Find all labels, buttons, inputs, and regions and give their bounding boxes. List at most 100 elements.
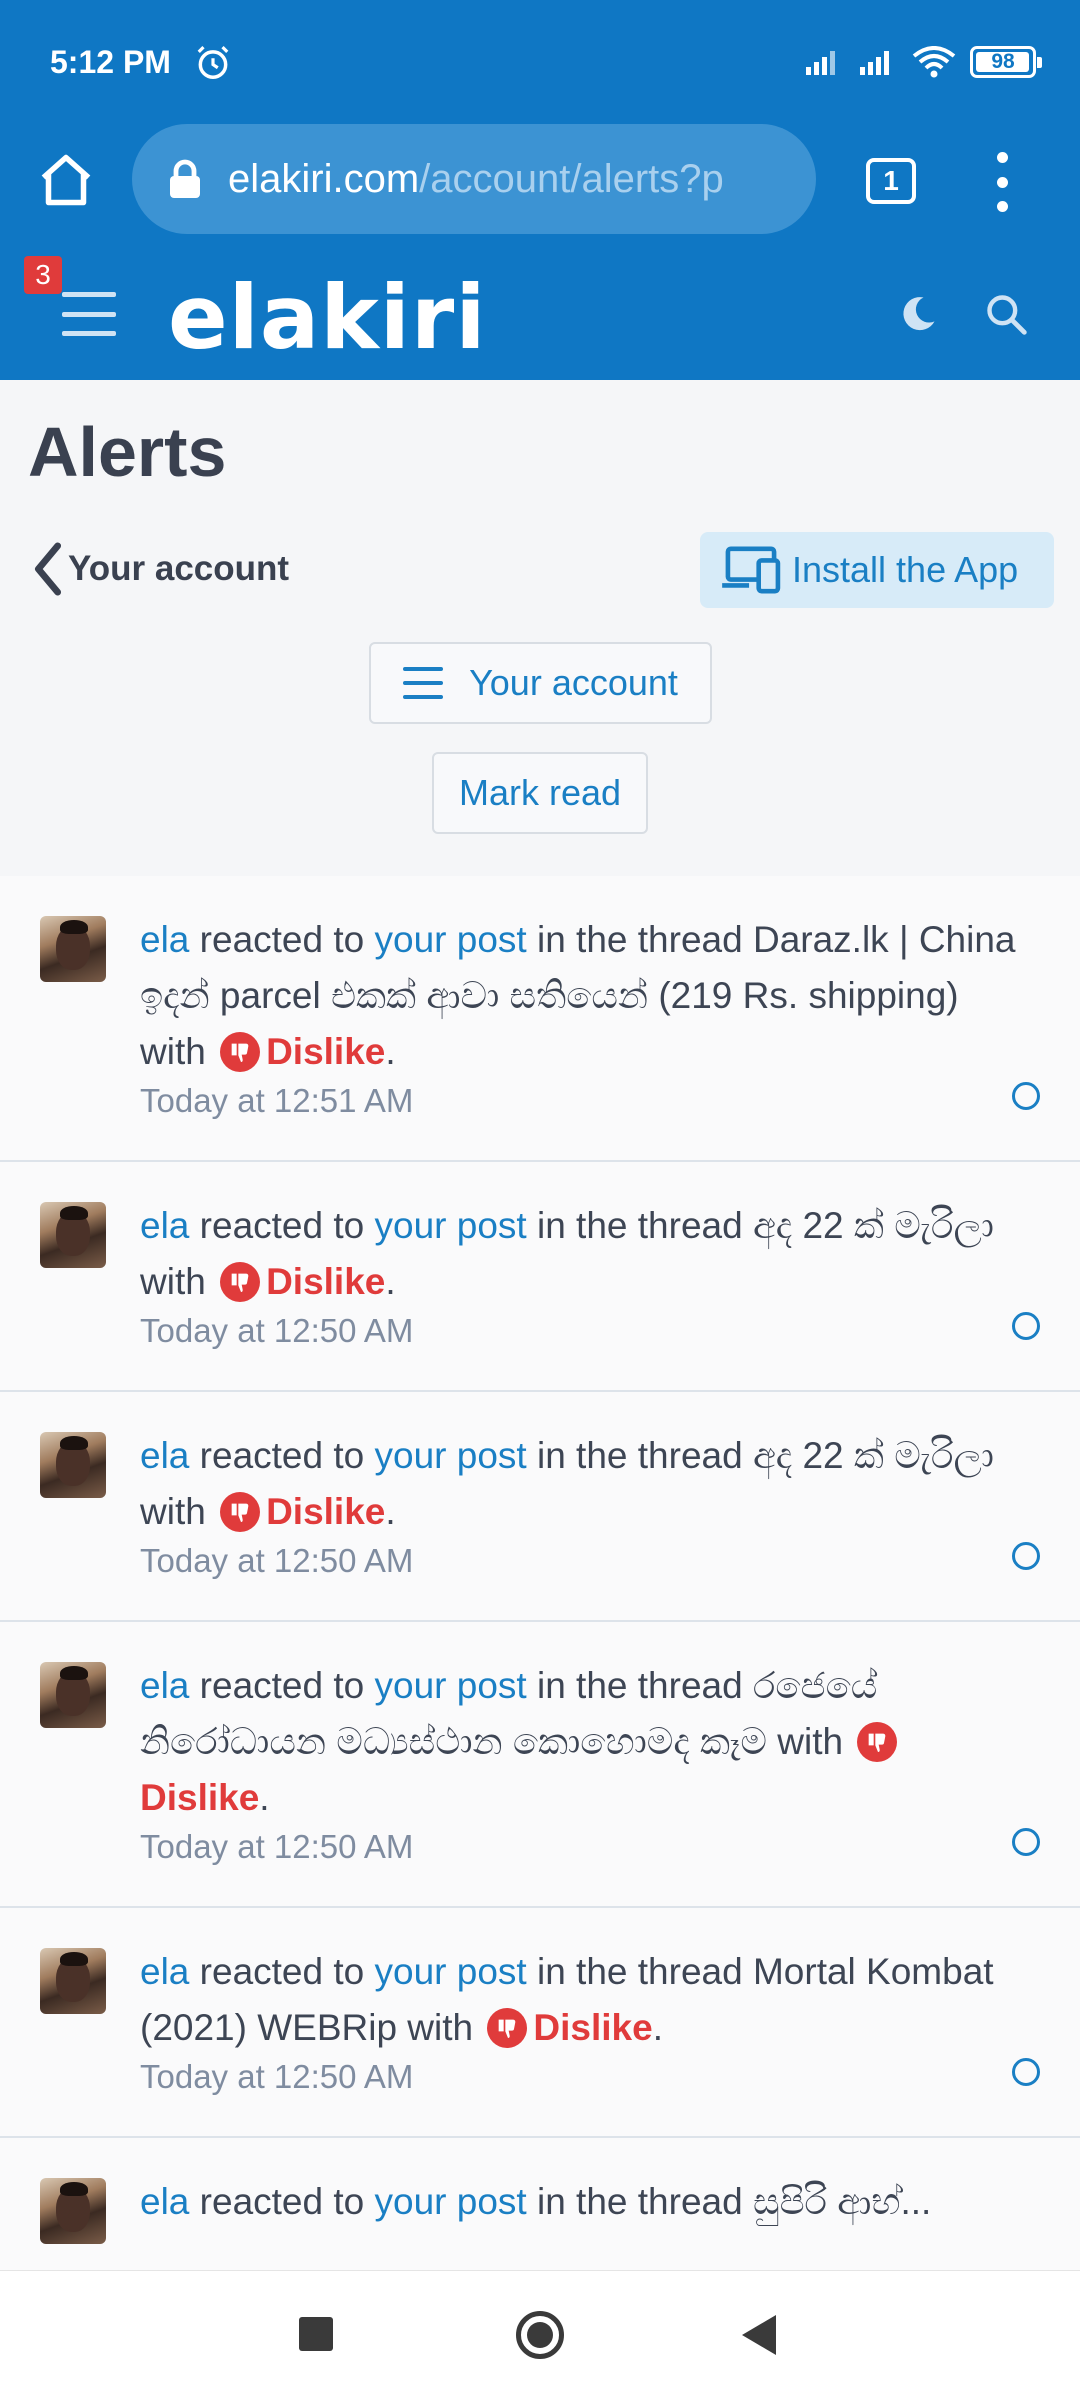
alert-text-thread: in the thread: [526, 1435, 753, 1476]
reaction-label: Dislike: [266, 1031, 386, 1072]
alert-username-link[interactable]: ela: [140, 1205, 189, 1246]
back-button-icon[interactable]: [742, 2315, 776, 2355]
alert-username-link[interactable]: ela: [140, 1435, 189, 1476]
url-text: elakiri.com/account/alerts?p: [228, 157, 724, 202]
recents-button-icon[interactable]: [299, 2317, 333, 2351]
reaction-label: Dislike: [140, 1777, 260, 1818]
battery-icon: 98: [970, 46, 1042, 78]
install-app-button[interactable]: Install the App: [700, 532, 1054, 608]
alert-username-link[interactable]: ela: [140, 1951, 189, 1992]
home-icon[interactable]: [36, 150, 96, 210]
alert-text: ela reacted to your post in the thread M…: [140, 1944, 1020, 2056]
alert-text-thread: in the thread: [526, 919, 753, 960]
search-icon[interactable]: [984, 292, 1028, 336]
alert-text-period: .: [385, 1261, 396, 1302]
unread-indicator[interactable]: [1012, 1312, 1040, 1340]
avatar[interactable]: [40, 1432, 106, 1498]
signal-icon: [806, 51, 835, 75]
alerts-list: ela reacted to your post in the thread D…: [0, 876, 1080, 2270]
alert-item[interactable]: ela reacted to your post in the thread D…: [0, 876, 1080, 1162]
hamburger-menu-icon[interactable]: [62, 292, 116, 336]
alert-text-with: with: [140, 1491, 217, 1532]
alert-timestamp: Today at 12:50 AM: [140, 1312, 414, 1349]
dislike-icon: [220, 1032, 261, 1072]
alert-thread-title[interactable]: අද 22 ක් මැරිලා: [753, 1435, 994, 1476]
back-to-account-link[interactable]: Your account: [32, 542, 289, 596]
alert-username-link[interactable]: ela: [140, 2181, 189, 2222]
unread-indicator[interactable]: [1012, 1828, 1040, 1856]
chevron-left-icon: [34, 542, 62, 596]
alert-post-link[interactable]: your post: [375, 1951, 527, 1992]
unread-indicator[interactable]: [1012, 2058, 1040, 2086]
alert-item[interactable]: ela reacted to your post in the thread ස…: [0, 2138, 1080, 2270]
alert-post-link[interactable]: your post: [375, 1665, 527, 1706]
alert-text-reacted: reacted to: [189, 1951, 375, 1992]
alert-text-reacted: reacted to: [189, 1665, 375, 1706]
tab-switcher-button[interactable]: 1: [866, 158, 916, 204]
alert-text-period: .: [385, 1491, 396, 1532]
tab-count: 1: [883, 165, 899, 196]
menu-icon: [403, 667, 444, 699]
site-header: 3 elakiri: [0, 256, 1080, 380]
dislike-icon: [220, 1492, 261, 1532]
alert-post-link[interactable]: your post: [375, 919, 527, 960]
url-path: /account/alerts?p: [419, 156, 724, 201]
back-link-label: Your account: [68, 549, 290, 588]
account-menu-label: Your account: [469, 662, 678, 703]
alert-timestamp: Today at 12:50 AM: [140, 2058, 414, 2095]
alert-text-reacted: reacted to: [189, 1435, 375, 1476]
install-app-label: Install the App: [792, 549, 1019, 590]
unread-indicator[interactable]: [1012, 1082, 1040, 1110]
alert-thread-title[interactable]: අද 22 ක් මැරිලා: [753, 1205, 994, 1246]
site-logo[interactable]: elakiri: [168, 266, 486, 369]
alert-timestamp: Today at 12:51 AM: [140, 1082, 414, 1119]
avatar[interactable]: [40, 1662, 106, 1728]
alert-text-period: .: [259, 1777, 270, 1818]
alert-item[interactable]: ela reacted to your post in the thread M…: [0, 1908, 1080, 2138]
dislike-icon: [220, 1262, 261, 1302]
reaction-label: Dislike: [266, 1491, 386, 1532]
alert-text-with: with: [140, 1261, 217, 1302]
alert-timestamp: Today at 12:50 AM: [140, 1542, 414, 1579]
alert-item[interactable]: ela reacted to your post in the thread අ…: [0, 1162, 1080, 1392]
mark-read-button[interactable]: Mark read: [432, 752, 648, 834]
alert-text-thread: in the thread: [526, 1665, 753, 1706]
alert-post-link[interactable]: your post: [375, 1435, 527, 1476]
devices-icon: [722, 546, 781, 594]
moon-icon[interactable]: [896, 292, 940, 336]
mark-read-label: Mark read: [458, 772, 622, 813]
account-menu-button[interactable]: Your account: [369, 642, 712, 724]
alert-post-link[interactable]: your post: [375, 2181, 527, 2222]
avatar[interactable]: [40, 916, 106, 982]
unread-indicator[interactable]: [1012, 1542, 1040, 1570]
address-bar[interactable]: elakiri.com/account/alerts?p: [132, 124, 816, 234]
status-bar: 5:12 PM 98: [0, 0, 1080, 120]
system-nav-bar: [0, 2270, 1080, 2400]
avatar[interactable]: [40, 1948, 106, 2014]
alert-text: ela reacted to your post in the thread අ…: [140, 1198, 1020, 1310]
dislike-icon: [857, 1722, 898, 1762]
home-button-icon[interactable]: [516, 2311, 564, 2359]
alert-thread-title[interactable]: සුපිරි ආභ්...: [753, 2181, 931, 2222]
alert-item[interactable]: ela reacted to your post in the thread අ…: [0, 1392, 1080, 1622]
avatar[interactable]: [40, 1202, 106, 1268]
alert-text-thread: in the thread: [526, 2181, 753, 2222]
reaction-label: Dislike: [533, 2007, 653, 2048]
wifi-icon: [912, 46, 956, 78]
alert-item[interactable]: ela reacted to your post in the thread ර…: [0, 1622, 1080, 1908]
browser-menu-icon[interactable]: [990, 152, 1014, 212]
url-host: elakiri.com: [228, 156, 420, 201]
dislike-icon: [487, 2008, 528, 2048]
alert-post-link[interactable]: your post: [375, 1205, 527, 1246]
alert-username-link[interactable]: ela: [140, 919, 189, 960]
avatar[interactable]: [40, 2178, 106, 2244]
notification-badge: 3: [24, 256, 62, 294]
page-title: Alerts: [28, 413, 227, 491]
alert-username-link[interactable]: ela: [140, 1665, 189, 1706]
signal-icon-2: [860, 51, 889, 75]
alert-text-with: with: [397, 2007, 484, 2048]
alert-text: ela reacted to your post in the thread අ…: [140, 1428, 1020, 1540]
status-time: 5:12 PM: [50, 44, 171, 80]
lock-icon: [170, 159, 200, 198]
alert-text-with: with: [140, 1031, 217, 1072]
